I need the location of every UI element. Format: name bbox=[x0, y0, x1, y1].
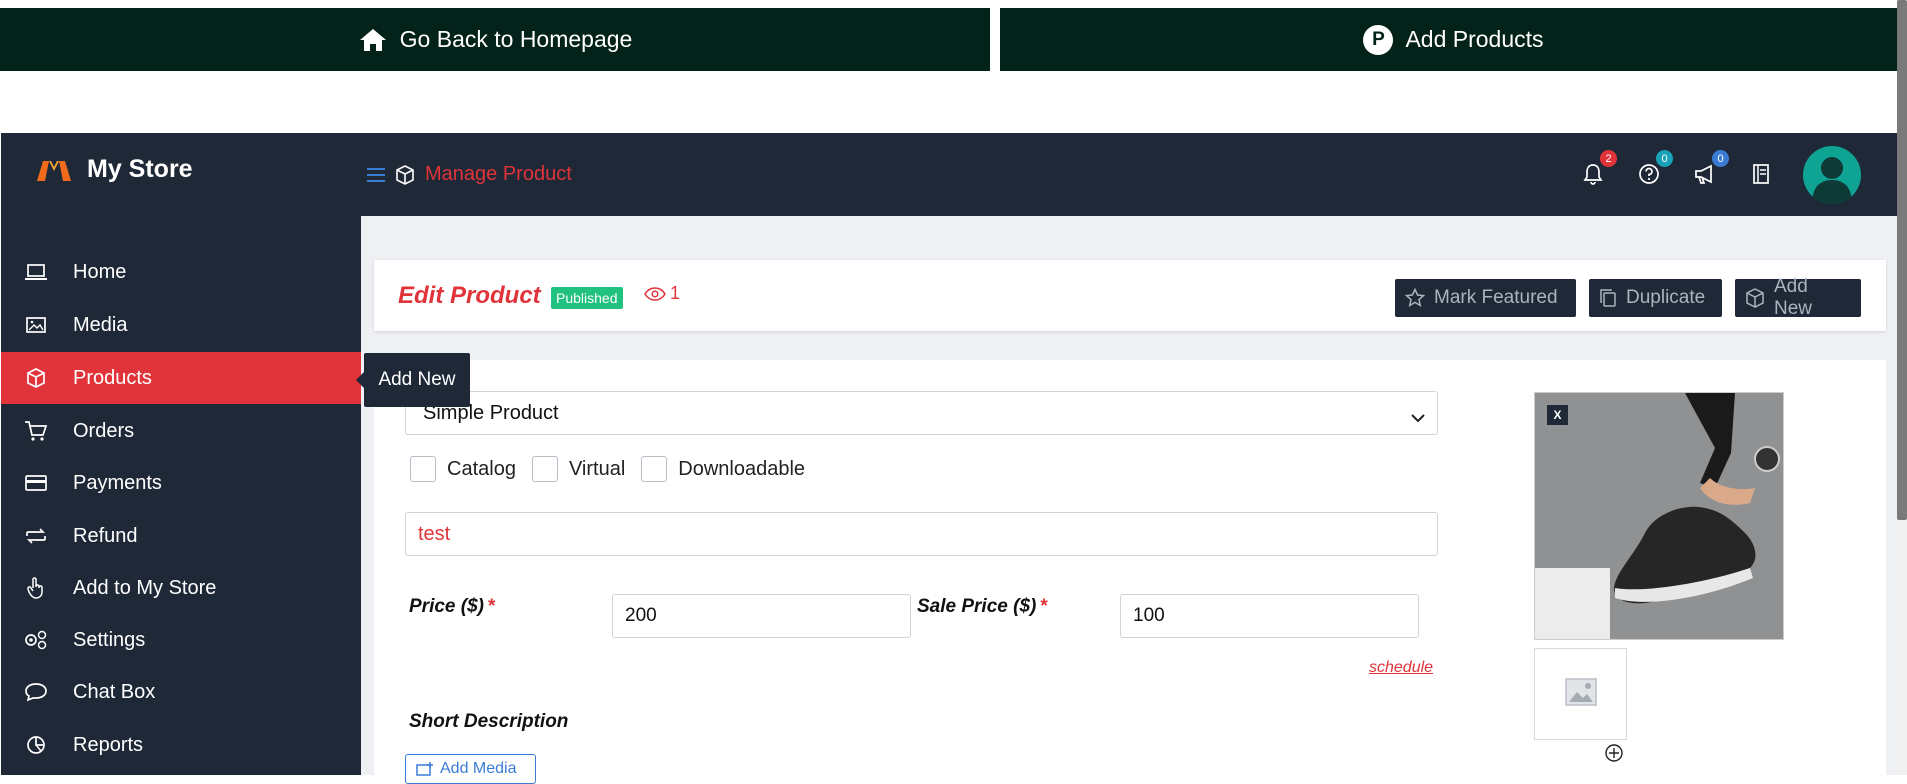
sale-price-input[interactable]: 100 bbox=[1120, 594, 1419, 638]
gears-icon bbox=[23, 627, 49, 653]
remove-image-button[interactable]: X bbox=[1547, 405, 1568, 425]
gallery-image-placeholder[interactable] bbox=[1534, 648, 1627, 740]
sidebar-item-label: Payments bbox=[73, 471, 162, 494]
sidebar-item-media[interactable]: Media bbox=[1, 299, 361, 351]
sidebar-item-label: Add to My Store bbox=[73, 576, 217, 599]
status-badge: Published bbox=[551, 287, 623, 309]
views-count: 1 bbox=[644, 283, 680, 304]
sidebar-item-products[interactable]: Products bbox=[1, 352, 361, 404]
app-header: My Store Manage Product 2 0 0 bbox=[1, 133, 1897, 216]
views-number: 1 bbox=[670, 283, 681, 303]
credit-card-icon bbox=[23, 470, 49, 496]
virtual-checkbox[interactable]: Virtual bbox=[531, 456, 626, 482]
star-icon bbox=[1405, 288, 1425, 308]
add-products-button[interactable]: P Add Products bbox=[1000, 8, 1907, 71]
product-type-select[interactable]: Simple Product bbox=[405, 391, 1438, 435]
notifications-bell-icon[interactable]: 2 bbox=[1579, 150, 1617, 188]
notebook-icon[interactable] bbox=[1747, 160, 1775, 188]
box-icon bbox=[23, 365, 49, 391]
add-new-label: Add New bbox=[1774, 276, 1813, 319]
chat-icon bbox=[23, 679, 49, 705]
megaphone-icon[interactable]: 0 bbox=[1691, 150, 1729, 188]
checkbox-box[interactable] bbox=[531, 456, 558, 482]
sidebar-item-label: Orders bbox=[73, 419, 135, 442]
sidebar-item-add-to-my-store[interactable]: Add to My Store bbox=[1, 562, 361, 614]
brand-name: My Store bbox=[87, 155, 193, 183]
header-title-text: Manage Product bbox=[425, 163, 572, 185]
top-promo-bar: Go Back to Homepage P Add Products bbox=[0, 8, 1907, 71]
help-badge: 0 bbox=[1656, 150, 1673, 167]
sidebar-item-reports[interactable]: Reports bbox=[1, 719, 361, 771]
cart-icon bbox=[23, 418, 49, 444]
duplicate-label: Duplicate bbox=[1626, 287, 1706, 308]
p-circle-icon: P bbox=[1363, 24, 1394, 55]
user-avatar[interactable] bbox=[1803, 146, 1861, 204]
duplicate-button[interactable]: Duplicate bbox=[1589, 279, 1722, 317]
sidebar-item-label: Products bbox=[73, 366, 152, 389]
mark-featured-button[interactable]: Mark Featured bbox=[1395, 279, 1576, 317]
price-label: Price ($) * bbox=[409, 596, 496, 617]
sidebar-item-label: Chat Box bbox=[73, 680, 156, 703]
hand-pointer-icon bbox=[23, 575, 49, 601]
sidebar-item-payments[interactable]: Payments bbox=[1, 457, 361, 509]
header-page-title: Manage Product bbox=[367, 163, 572, 186]
add-media-button[interactable]: Add Media bbox=[405, 754, 536, 784]
go-back-homepage-label: Go Back to Homepage bbox=[399, 26, 633, 52]
store-logo-icon bbox=[35, 157, 73, 183]
schedule-link[interactable]: schedule bbox=[1369, 659, 1433, 677]
checkbox-label: Downloadable bbox=[678, 457, 806, 480]
product-options-checkboxes: Catalog Virtual Downloadable bbox=[410, 456, 821, 482]
eye-icon bbox=[644, 286, 666, 301]
menu-toggle-icon[interactable] bbox=[367, 167, 385, 183]
checkbox-box[interactable] bbox=[641, 456, 668, 482]
product-title-input[interactable]: test bbox=[405, 512, 1438, 556]
sidebar-item-orders[interactable]: Orders bbox=[1, 405, 361, 457]
sale-price-label: Sale Price ($) * bbox=[917, 596, 1048, 617]
sidebar-item-chat-box[interactable]: Chat Box bbox=[1, 666, 361, 718]
sidebar-item-refund[interactable]: Refund bbox=[1, 510, 361, 562]
sidebar-item-label: Refund bbox=[73, 524, 138, 547]
announcements-badge: 0 bbox=[1712, 150, 1729, 167]
page-scrollbar-thumb[interactable] bbox=[1897, 0, 1907, 520]
sidebar-item-label: Media bbox=[73, 313, 128, 336]
sidebar-item-settings[interactable]: Settings bbox=[1, 614, 361, 666]
home-icon bbox=[358, 27, 388, 53]
edit-product-header-card: Edit Product Published 1 Mark Featured D… bbox=[374, 260, 1886, 331]
image-icon bbox=[23, 312, 49, 338]
image-placeholder-icon bbox=[1564, 677, 1597, 711]
checkbox-label: Catalog bbox=[447, 457, 516, 480]
page-title: Edit Product bbox=[398, 282, 541, 309]
product-main-image[interactable]: X bbox=[1534, 392, 1784, 640]
pie-chart-icon bbox=[23, 732, 49, 758]
checkbox-box[interactable] bbox=[410, 456, 436, 482]
add-products-label: Add Products bbox=[1405, 26, 1544, 52]
chevron-down-icon bbox=[1411, 406, 1425, 429]
sidebar-item-label: Home bbox=[73, 260, 127, 283]
mark-featured-label: Mark Featured bbox=[1434, 287, 1558, 308]
sidebar-tooltip: Add New bbox=[356, 353, 470, 407]
brand[interactable]: My Store bbox=[35, 155, 193, 184]
notifications-badge: 2 bbox=[1600, 150, 1617, 167]
price-input[interactable]: 200 bbox=[612, 594, 911, 638]
go-back-homepage-button[interactable]: Go Back to Homepage bbox=[0, 8, 990, 71]
short-description-label: Short Description bbox=[409, 711, 569, 732]
box-icon bbox=[1745, 288, 1765, 308]
sidebar: Home Media Products Orders Payments Refu… bbox=[1, 216, 361, 775]
catalog-checkbox[interactable]: Catalog bbox=[410, 456, 516, 482]
add-new-button[interactable]: Add New bbox=[1735, 276, 1861, 319]
add-media-label: Add Media bbox=[440, 760, 517, 777]
sidebar-item-label: Reports bbox=[73, 733, 144, 756]
add-gallery-image-icon[interactable] bbox=[1603, 742, 1625, 764]
laptop-icon bbox=[23, 259, 49, 285]
sidebar-item-home[interactable]: Home bbox=[1, 246, 361, 298]
sidebar-item-label: Settings bbox=[73, 628, 146, 651]
refund-arrows-icon bbox=[23, 523, 49, 549]
box-icon bbox=[395, 164, 415, 185]
copy-icon bbox=[1599, 288, 1617, 308]
checkbox-label: Virtual bbox=[568, 457, 626, 480]
downloadable-checkbox[interactable]: Downloadable bbox=[641, 456, 805, 482]
header-icon-group: 2 0 0 bbox=[1579, 150, 1803, 188]
help-icon[interactable]: 0 bbox=[1635, 150, 1673, 188]
